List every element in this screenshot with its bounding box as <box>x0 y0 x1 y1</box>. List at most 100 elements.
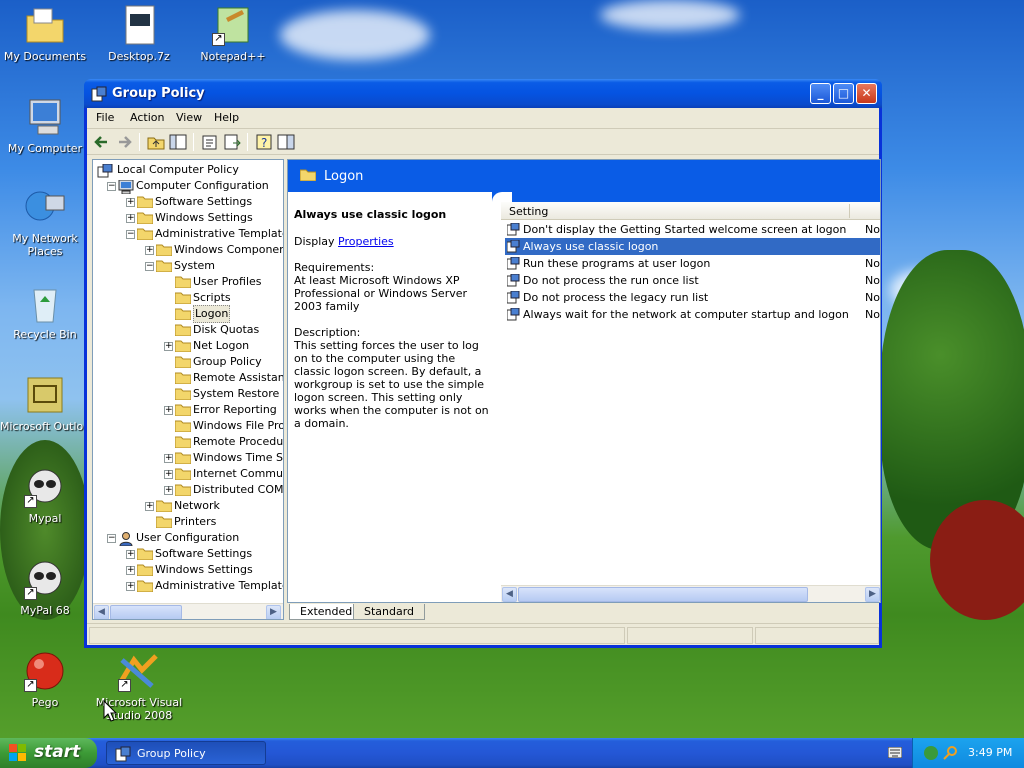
desktop-icon-desktop-7z[interactable]: Desktop.7z <box>94 4 184 63</box>
column-header-setting[interactable]: Setting <box>509 205 548 218</box>
expand-icon[interactable]: + <box>126 566 135 575</box>
desktop-icon-pego[interactable]: ↗ Pego <box>0 650 90 709</box>
tree-item[interactable]: − Computer Configuration <box>93 178 283 195</box>
list-horizontal-scrollbar[interactable]: ◀ ▶ <box>501 585 880 602</box>
expand-icon[interactable]: + <box>164 454 173 463</box>
scroll-right-icon[interactable]: ▶ <box>266 605 281 619</box>
settings-row[interactable]: Always use classic logon <box>505 238 880 255</box>
menu-file[interactable]: File <box>96 111 114 124</box>
tree-item[interactable]: + Windows Settings <box>93 562 283 578</box>
tree-item[interactable]: System Restore <box>93 386 283 402</box>
start-button[interactable]: start <box>0 738 97 768</box>
expand-icon[interactable]: + <box>145 502 154 511</box>
expand-icon[interactable]: + <box>126 198 135 207</box>
tree-pane[interactable]: Local Computer Policy − Computer Configura… <box>92 159 284 620</box>
desktop-icon-microsoft-outlook[interactable]: Microsoft Outloo <box>0 374 90 433</box>
tree-item[interactable]: + Software Settings <box>93 546 283 562</box>
desktop-icon-notepad-plus-plus[interactable]: ↗ Notepad++ <box>188 4 278 63</box>
folder-icon <box>155 516 173 529</box>
scroll-left-icon[interactable]: ◀ <box>94 605 109 619</box>
tree-item[interactable]: User Profiles <box>93 274 283 290</box>
settings-row[interactable]: Always wait for the network at computer … <box>505 306 880 323</box>
desktop-icon-my-documents[interactable]: My Documents <box>0 4 90 63</box>
tree-item[interactable]: − System <box>93 258 283 274</box>
collapse-icon[interactable]: − <box>145 262 154 271</box>
expand-icon[interactable]: + <box>164 342 173 351</box>
tree-item[interactable]: − Administrative Templates <box>93 226 283 242</box>
tree-item[interactable]: Windows File Prote <box>93 418 283 434</box>
collapse-icon[interactable]: − <box>107 534 116 543</box>
export-list-icon[interactable] <box>223 133 241 151</box>
help-icon[interactable]: ? <box>255 133 273 151</box>
properties-link[interactable]: Properties <box>338 235 394 248</box>
tree-item[interactable]: + Windows Settings <box>93 210 283 226</box>
taskbar-item-group-policy[interactable]: Group Policy <box>106 741 266 765</box>
tree-item[interactable]: + Internet Communic <box>93 466 283 482</box>
description-panel: Always use classic logon Display Propert… <box>294 208 494 443</box>
settings-row[interactable]: Run these programs at user logon Not <box>505 255 880 272</box>
settings-list[interactable]: Setting Don't display the Getting Starte… <box>501 202 880 602</box>
desktop-icon-mypal-68[interactable]: ↗ MyPal 68 <box>0 558 90 617</box>
scroll-left-icon[interactable]: ◀ <box>502 587 517 602</box>
tree-item[interactable]: + Net Logon <box>93 338 283 354</box>
folder-icon <box>299 169 317 182</box>
keyboard-icon[interactable] <box>887 746 903 759</box>
back-arrow-icon[interactable] <box>93 133 111 151</box>
tree-item[interactable]: + Distributed COM <box>93 482 283 498</box>
tree-item[interactable]: Logon <box>93 305 283 323</box>
group-policy-window[interactable]: Group Policy _ □ ✕ File Action View Help… <box>84 79 882 648</box>
search-icon[interactable] <box>943 745 959 761</box>
tree-item[interactable]: Remote Assistance <box>93 370 283 386</box>
title-bar[interactable]: Group Policy _ □ ✕ <box>84 79 882 108</box>
maximize-button[interactable]: □ <box>833 83 854 104</box>
tree-horizontal-scrollbar[interactable]: ◀ ▶ <box>93 603 283 619</box>
expand-icon[interactable]: + <box>126 550 135 559</box>
settings-row[interactable]: Do not process the legacy run list Not <box>505 289 880 306</box>
tree-item[interactable]: Scripts <box>93 290 283 306</box>
tree-item[interactable]: + Error Reporting <box>93 402 283 418</box>
expand-icon[interactable]: + <box>164 406 173 415</box>
menu-view[interactable]: View <box>176 111 202 124</box>
scroll-thumb[interactable] <box>110 605 182 619</box>
tree-item[interactable]: − User Configuration <box>93 530 283 547</box>
menu-action[interactable]: Action <box>130 111 164 124</box>
tree-item[interactable]: Remote Procedure <box>93 434 283 450</box>
settings-row[interactable]: Don't display the Getting Started welcom… <box>505 221 880 238</box>
settings-row[interactable]: Do not process the run once list Not <box>505 272 880 289</box>
action-pane-icon[interactable] <box>277 133 295 151</box>
scroll-thumb[interactable] <box>518 587 808 602</box>
tree-item[interactable]: Disk Quotas <box>93 322 283 338</box>
tree-item[interactable]: + Network <box>93 498 283 514</box>
tree-item[interactable]: Local Computer Policy <box>93 162 283 178</box>
menu-help[interactable]: Help <box>214 111 239 124</box>
expand-icon[interactable]: + <box>126 582 135 591</box>
minimize-button[interactable]: _ <box>810 83 831 104</box>
expand-icon[interactable]: + <box>145 246 154 255</box>
tree-item-label: Group Policy <box>193 355 262 368</box>
collapse-icon[interactable]: − <box>107 182 116 191</box>
setting-name: Run these programs at user logon <box>523 257 711 270</box>
tree-item[interactable]: + Windows Components <box>93 242 283 258</box>
desktop-icon-my-computer[interactable]: My Computer <box>0 96 90 155</box>
collapse-icon[interactable]: − <box>126 230 135 239</box>
show-hide-tree-icon[interactable] <box>169 133 187 151</box>
tab-standard[interactable]: Standard <box>353 604 426 620</box>
tree-item[interactable]: + Software Settings <box>93 194 283 210</box>
forward-arrow-icon[interactable] <box>115 133 133 151</box>
desktop-icon-mypal[interactable]: ↗ Mypal <box>0 466 90 525</box>
tree-item[interactable]: + Administrative Templates <box>93 578 283 594</box>
desktop-icon-my-network-places[interactable]: My Network Places <box>0 186 90 258</box>
up-folder-icon[interactable] <box>147 133 165 151</box>
close-button[interactable]: ✕ <box>856 83 877 104</box>
expand-icon[interactable]: + <box>126 214 135 223</box>
tree-item[interactable]: + Windows Time Serv <box>93 450 283 466</box>
network-tray-icon[interactable] <box>923 745 939 761</box>
tree-item[interactable]: Printers <box>93 514 283 530</box>
expand-icon[interactable]: + <box>164 470 173 479</box>
setting-name: Do not process the run once list <box>523 274 699 287</box>
properties-icon[interactable] <box>201 133 219 151</box>
expand-icon[interactable]: + <box>164 486 173 495</box>
scroll-right-icon[interactable]: ▶ <box>865 587 880 602</box>
tree-item[interactable]: Group Policy <box>93 354 283 370</box>
desktop-icon-recycle-bin[interactable]: Recycle Bin <box>0 282 90 341</box>
